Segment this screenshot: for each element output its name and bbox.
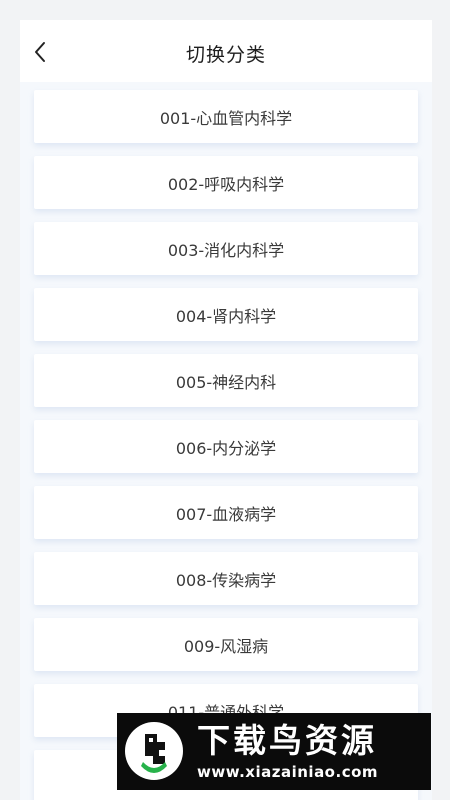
category-item[interactable]: 007-血液病学: [34, 486, 418, 539]
category-item[interactable]: 008-传染病学: [34, 552, 418, 605]
category-item[interactable]: 006-内分泌学: [34, 420, 418, 473]
category-item[interactable]: 005-神经内科: [34, 354, 418, 407]
category-item[interactable]: 004-肾内科学: [34, 288, 418, 341]
watermark-url: www.xiazainiao.com: [197, 763, 379, 781]
watermark-banner: 下载鸟资源 www.xiazainiao.com: [117, 713, 431, 790]
bird-logo-icon: [125, 722, 183, 780]
page-title: 切换分类: [185, 44, 266, 66]
app-screen: 切换分类 001-心血管内科学 002-呼吸内科学 003-消化内科学 004-…: [20, 20, 432, 800]
watermark-name: 下载鸟资源: [197, 721, 377, 760]
category-item[interactable]: 009-风湿病: [34, 618, 418, 671]
header-bar: 切换分类: [20, 20, 432, 82]
category-item[interactable]: 001-心血管内科学: [34, 90, 418, 143]
category-item[interactable]: 003-消化内科学: [34, 222, 418, 275]
category-item[interactable]: 002-呼吸内科学: [34, 156, 418, 209]
